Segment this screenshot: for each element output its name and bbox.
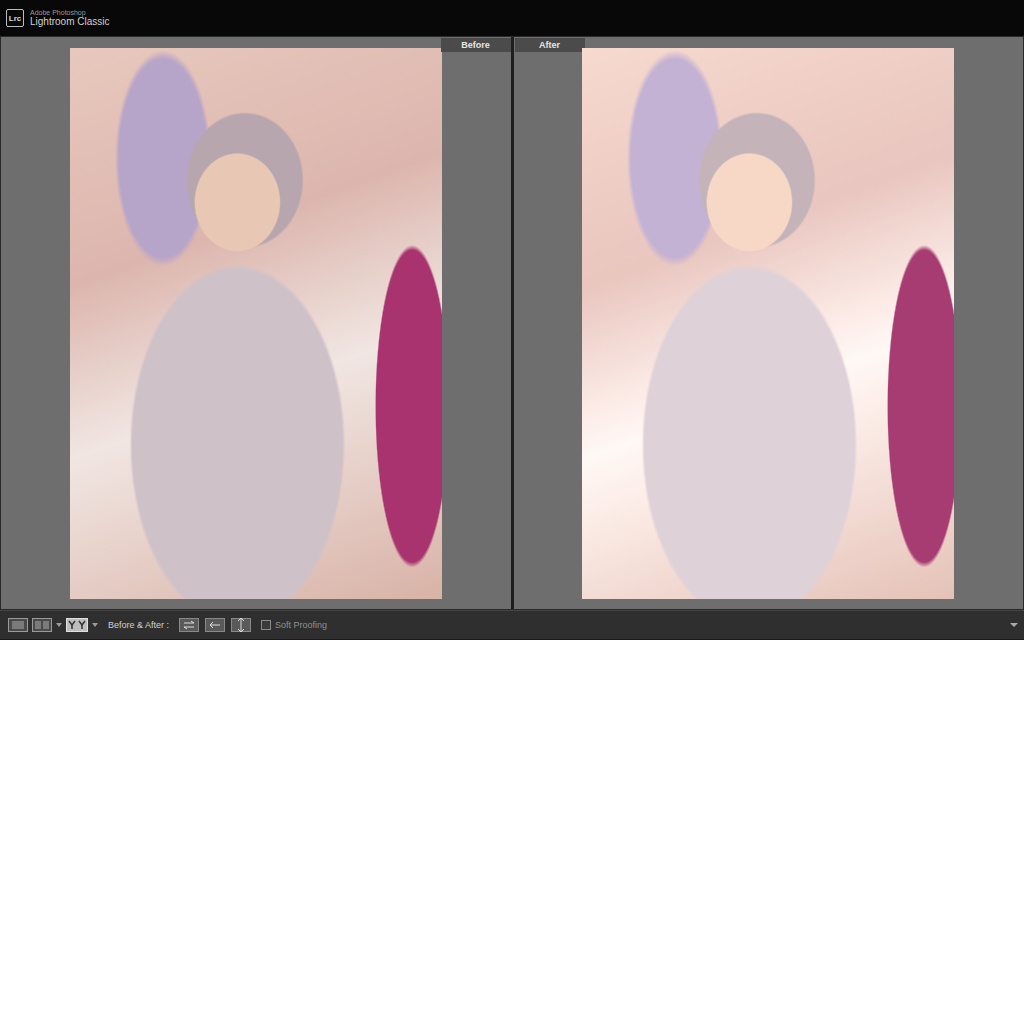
pane-label: Before <box>441 38 511 52</box>
toolbar: Before & After : Soft Proofing <box>0 610 1024 640</box>
soft-proofing-toggle[interactable]: Soft Proofing <box>261 620 327 630</box>
photo <box>582 48 954 599</box>
loupe-view-icon[interactable] <box>8 618 28 632</box>
app-title: Lightroom Classic <box>30 16 109 27</box>
dropdown-arrow-icon[interactable] <box>56 622 62 628</box>
app-titles: Adobe PhotoshopLightroom Classic <box>30 9 109 28</box>
toolbar-menu-arrow-icon[interactable] <box>1010 622 1018 628</box>
before-after-view-icon[interactable] <box>66 618 88 632</box>
soft-proofing-label: Soft Proofing <box>275 620 327 630</box>
compare-view-icon[interactable] <box>32 618 52 632</box>
soft-proofing-checkbox[interactable] <box>261 620 271 630</box>
lightroom-window: Lrc Adobe PhotoshopLightroom Classic Befor… <box>0 0 1024 1024</box>
view-modes <box>8 618 98 632</box>
swap-settings-icon[interactable] <box>231 617 251 633</box>
compare-pane: Before <box>1 37 511 609</box>
swap-buttons <box>179 617 251 633</box>
compare-view: Before After <box>0 36 1024 610</box>
app-logo-icon: Lrc <box>6 9 24 27</box>
photo <box>70 48 442 599</box>
compare-pane: After <box>514 37 1024 609</box>
copy-before-to-after-icon[interactable] <box>179 618 199 632</box>
dropdown-arrow-icon[interactable] <box>92 622 98 628</box>
copy-after-to-before-icon[interactable] <box>205 618 225 632</box>
pane-label: After <box>515 38 585 52</box>
title-bar: Lrc Adobe PhotoshopLightroom Classic <box>0 0 1024 36</box>
app-vendor: Adobe Photoshop <box>30 9 109 17</box>
before-after-label: Before & After : <box>108 620 169 630</box>
